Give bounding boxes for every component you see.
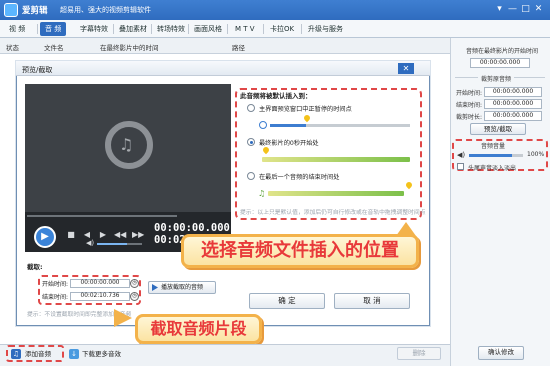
bottom-toolbar — [0, 344, 450, 366]
tab-subtitle-effects[interactable]: 字幕特效 — [75, 22, 113, 36]
cancel-button[interactable]: 取 消 — [334, 293, 410, 309]
rp-cut-duration-label: 裁剪时长: — [456, 114, 483, 121]
app-logo-icon — [4, 3, 18, 17]
cut-end-pick-icon[interactable]: ◷ — [130, 292, 139, 301]
pause-marker-icon — [259, 121, 267, 129]
rp-end-time-field[interactable]: 00:00:00.000 — [484, 99, 542, 109]
add-audio-button[interactable]: 添加音频 — [25, 348, 51, 360]
ok-button[interactable]: 确 定 — [249, 293, 325, 309]
fast-forward-icon[interactable]: ▶▶ — [132, 230, 144, 240]
tab-overlay-material[interactable]: 叠加素材 — [114, 22, 152, 36]
music-note-icon: ♫ — [119, 135, 134, 154]
rp-start-time-field[interactable]: 00:00:00.000 — [484, 87, 542, 97]
seek-bar[interactable] — [27, 215, 177, 217]
delete-button[interactable]: 删除 — [397, 347, 441, 360]
start-in-final-field[interactable]: 00:00:00.000 — [470, 58, 530, 68]
play-cut-audio-button[interactable]: 播放截取的音频 — [148, 281, 216, 294]
rp-end-time-label: 结束时间: — [456, 102, 483, 109]
tab-audio[interactable]: 音 频 — [40, 22, 67, 36]
rp-cut-duration-field: 00:00:00.000 — [484, 111, 542, 121]
last-audio-waveform — [268, 191, 404, 196]
play-icon[interactable]: ▶ — [34, 226, 56, 248]
paused-point-fill — [270, 124, 306, 127]
callout-cut-audio: 截取音频片段 — [135, 314, 262, 344]
radio-last-audio-end[interactable] — [247, 172, 255, 180]
tab-karaoke[interactable]: 卡拉OK — [265, 22, 299, 36]
confirm-modify-button[interactable]: 确认修改 — [478, 346, 524, 360]
volume-value: 100% — [527, 151, 545, 158]
audio-list-header — [0, 38, 450, 54]
stop-icon[interactable]: ■ — [66, 230, 76, 240]
cut-end-label: 结束时间: — [42, 294, 69, 301]
cut-start-field[interactable]: 00:00:00.000 — [70, 279, 130, 288]
column-path[interactable]: 路径 — [232, 42, 245, 52]
column-time-in-final[interactable]: 在最终影片中的时间 — [100, 42, 159, 52]
current-time: 00:00:00.000 — [154, 222, 230, 234]
option-paused-point-label[interactable]: 主界面预览窗口中正暂停的时间点 — [259, 104, 352, 113]
download-icon[interactable]: ↓ — [69, 349, 79, 359]
audio-volume-title: 音频音量 — [481, 143, 506, 150]
fade-label: 头尾声音淡入淡出 — [468, 165, 517, 172]
audio-note-icon: ♫ — [258, 189, 266, 198]
cut-start-pick-icon[interactable]: ◷ — [130, 279, 139, 288]
tab-mtv[interactable]: M T V — [230, 22, 260, 36]
radio-final-start[interactable] — [247, 138, 255, 146]
cut-label: 截取: — [27, 263, 43, 271]
next-frame-icon[interactable]: ▶ — [98, 230, 108, 240]
maximize-icon[interactable]: □ — [520, 4, 531, 15]
fade-checkbox[interactable] — [457, 163, 464, 170]
menu-dropdown-icon[interactable]: ▾ — [494, 4, 505, 15]
cut-original-title: 裁剪原音频 — [478, 74, 515, 83]
player-volume-icon: ◀) — [86, 239, 95, 247]
player-volume-fill — [97, 243, 127, 245]
minimize-icon[interactable]: — — [507, 4, 518, 15]
download-more-effects-button[interactable]: 下载更多音效 — [82, 348, 121, 360]
dialog-title-bar — [16, 61, 430, 76]
cut-end-field[interactable]: 00:02:10.736 — [70, 292, 130, 301]
add-audio-icon[interactable]: ♫ — [11, 349, 21, 359]
option-final-start-label[interactable]: 最终影片的0秒开始处 — [259, 138, 319, 147]
close-icon[interactable]: ✕ — [533, 4, 544, 15]
app-name: 爱剪辑 — [22, 6, 48, 16]
tab-transition-effects[interactable]: 转场特效 — [152, 22, 190, 36]
insert-hint: 提示：以上只是默认值，添加后仍可自行修改或在音轨中拖拽调整时间点 — [240, 210, 426, 216]
cut-start-label: 开始时间: — [42, 281, 69, 288]
tab-video[interactable]: 视 频 — [4, 22, 30, 36]
insert-position-header: 此音频将被默认插入到： — [240, 92, 312, 100]
speaker-icon: ◀) — [457, 151, 466, 159]
preview-cut-button[interactable]: 预览/截取 — [470, 123, 526, 135]
column-status[interactable]: 状态 — [6, 42, 19, 52]
rp-start-time-label: 开始时间: — [456, 90, 483, 97]
app-slogan: 超易用、强大的视频剪辑软件 — [60, 6, 151, 14]
radio-paused-point[interactable] — [247, 104, 255, 112]
column-filename[interactable]: 文件名 — [44, 42, 64, 52]
rewind-icon[interactable]: ◀◀ — [114, 230, 126, 240]
start-in-final-label: 音频在最终影片的开始时间 — [465, 48, 538, 55]
dialog-close-icon[interactable]: ✕ — [398, 63, 414, 74]
final-start-waveform — [262, 157, 410, 162]
tab-upgrade-service[interactable]: 升级与服务 — [303, 22, 348, 36]
dialog-title: 预览/截取 — [22, 66, 53, 74]
option-last-audio-end-label[interactable]: 在最后一个音频的结束时间处 — [259, 172, 339, 181]
callout-insert-position: 选择音频文件插入的位置 — [181, 234, 419, 268]
tab-picture-style[interactable]: 画面风格 — [189, 22, 227, 36]
volume-slider-fill — [469, 154, 513, 157]
